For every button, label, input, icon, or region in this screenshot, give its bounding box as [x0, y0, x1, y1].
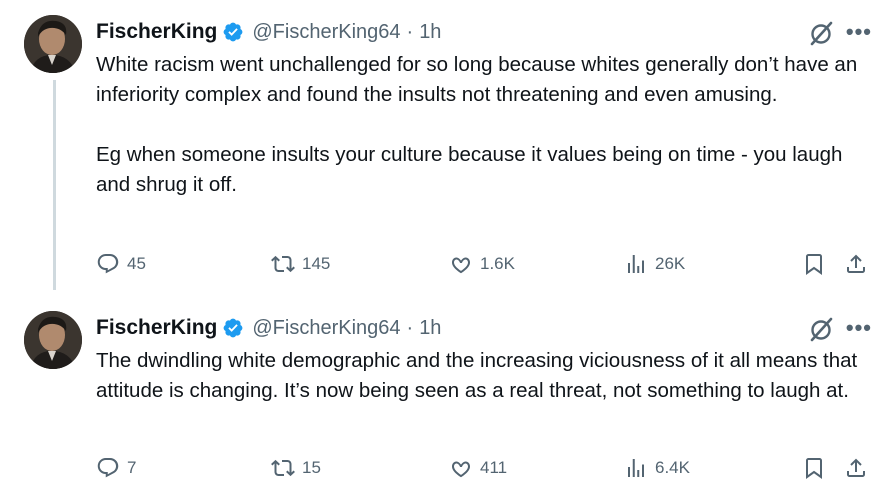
reply-count: 7 [127, 458, 137, 477]
repost-button[interactable]: 15 [271, 452, 321, 484]
more-icon[interactable]: ••• [846, 315, 872, 341]
bookmark-button[interactable] [802, 452, 826, 484]
view-count: 26K [655, 254, 686, 273]
reply-icon [97, 458, 119, 478]
like-count: 1.6K [480, 254, 515, 273]
author-handle[interactable]: @FischerKing64 [252, 21, 400, 44]
avatar[interactable] [24, 311, 82, 369]
author-name[interactable]: FischerKing [96, 20, 217, 44]
grok-icon[interactable] [808, 20, 834, 46]
like-button[interactable]: 411 [449, 452, 507, 484]
share-icon [847, 458, 865, 477]
views-button[interactable]: 6.4K [624, 452, 690, 484]
views-icon [628, 459, 644, 477]
author-handle[interactable]: @FischerKing64 [252, 317, 400, 340]
like-button[interactable]: 1.6K [449, 248, 515, 280]
repost-count: 145 [302, 254, 331, 273]
heart-icon [452, 461, 470, 478]
heart-icon [452, 257, 470, 274]
tweet-paragraph: Eg when someone insults your culture bec… [96, 143, 843, 196]
action-bar: 7 15 411 6.4K [96, 452, 876, 484]
verified-badge-icon [223, 318, 243, 338]
tweet-text: White racism went unchallenged for so lo… [96, 50, 876, 200]
share-icon [847, 254, 865, 273]
tweet[interactable]: FischerKing @FischerKing64 · 1h ••• The … [0, 296, 896, 497]
grok-icon[interactable] [808, 316, 834, 342]
repost-count: 15 [302, 458, 321, 477]
more-icon[interactable]: ••• [846, 19, 872, 45]
reply-button[interactable]: 45 [96, 248, 146, 280]
views-button[interactable]: 26K [624, 248, 685, 280]
action-bar: 45 145 1.6K 26K [96, 248, 876, 280]
share-button[interactable] [844, 452, 868, 484]
tweet[interactable]: FischerKing @FischerKing64 · 1h ••• Whit… [0, 0, 896, 296]
thread-connector-line [53, 80, 56, 290]
bookmark-icon [806, 254, 822, 275]
views-icon [628, 255, 644, 273]
separator-dot: · [406, 316, 414, 339]
reply-count: 45 [127, 254, 146, 273]
timestamp[interactable]: 1h [419, 21, 441, 44]
author-name[interactable]: FischerKing [96, 316, 217, 340]
repost-button[interactable]: 145 [271, 248, 330, 280]
share-button[interactable] [844, 248, 868, 280]
view-count: 6.4K [655, 458, 690, 477]
separator-dot: · [406, 20, 414, 43]
reply-icon [97, 254, 119, 274]
tweet-paragraph: White racism went unchallenged for so lo… [96, 53, 858, 106]
reply-button[interactable]: 7 [96, 452, 136, 484]
avatar[interactable] [24, 15, 82, 73]
bookmark-icon [806, 458, 822, 479]
like-count: 411 [480, 458, 508, 477]
timestamp[interactable]: 1h [419, 317, 441, 340]
verified-badge-icon [223, 22, 243, 42]
repost-icon [271, 255, 295, 273]
repost-icon [271, 459, 295, 477]
tweet-paragraph: The dwindling white demographic and the … [96, 349, 858, 402]
tweet-text: The dwindling white demographic and the … [96, 346, 876, 406]
bookmark-button[interactable] [802, 248, 826, 280]
